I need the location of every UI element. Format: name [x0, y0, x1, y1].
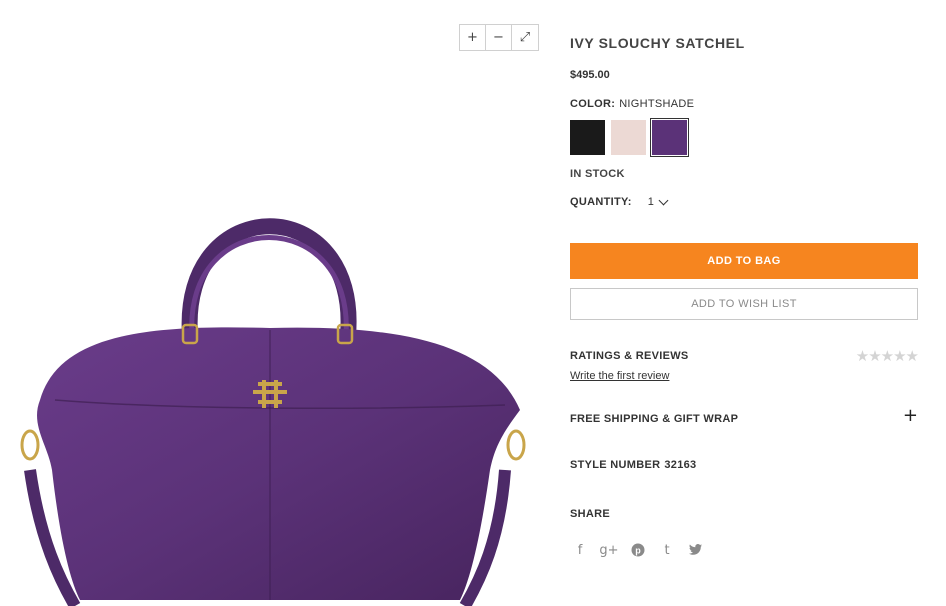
tumblr-icon[interactable]: t	[659, 542, 675, 558]
style-value: 32163	[664, 459, 697, 471]
share-title: SHARE	[570, 508, 611, 520]
social-icons: f g+ p t	[572, 542, 704, 558]
twitter-icon[interactable]	[688, 542, 704, 558]
color-label: COLOR:	[570, 98, 616, 110]
quantity-row: QUANTITY: 1	[570, 195, 669, 208]
product-title: IVY SLOUCHY SATCHEL	[570, 35, 745, 51]
quantity-label: QUANTITY:	[570, 196, 632, 208]
pinterest-icon[interactable]: p	[630, 542, 646, 558]
style-label: STYLE NUMBER	[570, 459, 661, 471]
quantity-select[interactable]: 1	[647, 195, 669, 208]
star-rating: ★★★★★	[855, 347, 919, 365]
fullscreen-button[interactable]: ⤢	[512, 25, 538, 50]
product-price: $495.00	[570, 69, 610, 81]
chevron-down-icon	[658, 195, 669, 205]
expand-plus-icon[interactable]: +	[903, 405, 918, 426]
quantity-value: 1	[647, 196, 655, 208]
swatch-nightshade[interactable]	[650, 118, 689, 157]
swatch-black[interactable]	[570, 120, 605, 155]
facebook-icon[interactable]: f	[572, 542, 588, 558]
style-number: STYLE NUMBER 32163	[570, 459, 696, 471]
svg-text:p: p	[635, 546, 641, 556]
write-review-link[interactable]: Write the first review	[570, 370, 669, 382]
add-to-bag-button[interactable]: ADD TO BAG	[570, 243, 918, 279]
color-value: NIGHTSHADE	[619, 98, 695, 110]
zoom-in-button[interactable]: +	[460, 25, 486, 50]
shipping-accordion[interactable]: FREE SHIPPING & GIFT WRAP	[570, 413, 738, 425]
product-image-area[interactable]: + − ⤢	[0, 0, 560, 606]
zoom-controls: + − ⤢	[459, 24, 539, 51]
color-selection: COLOR: NIGHTSHADE	[570, 98, 694, 110]
ratings-title: RATINGS & REVIEWS	[570, 350, 689, 362]
product-image	[20, 218, 526, 606]
color-swatches	[570, 118, 689, 157]
add-to-wishlist-button[interactable]: ADD TO WISH LIST	[570, 288, 918, 320]
google-plus-icon[interactable]: g+	[599, 542, 618, 558]
zoom-out-button[interactable]: −	[486, 25, 512, 50]
swatch-blush[interactable]	[611, 120, 646, 155]
stock-status: IN STOCK	[570, 168, 625, 180]
